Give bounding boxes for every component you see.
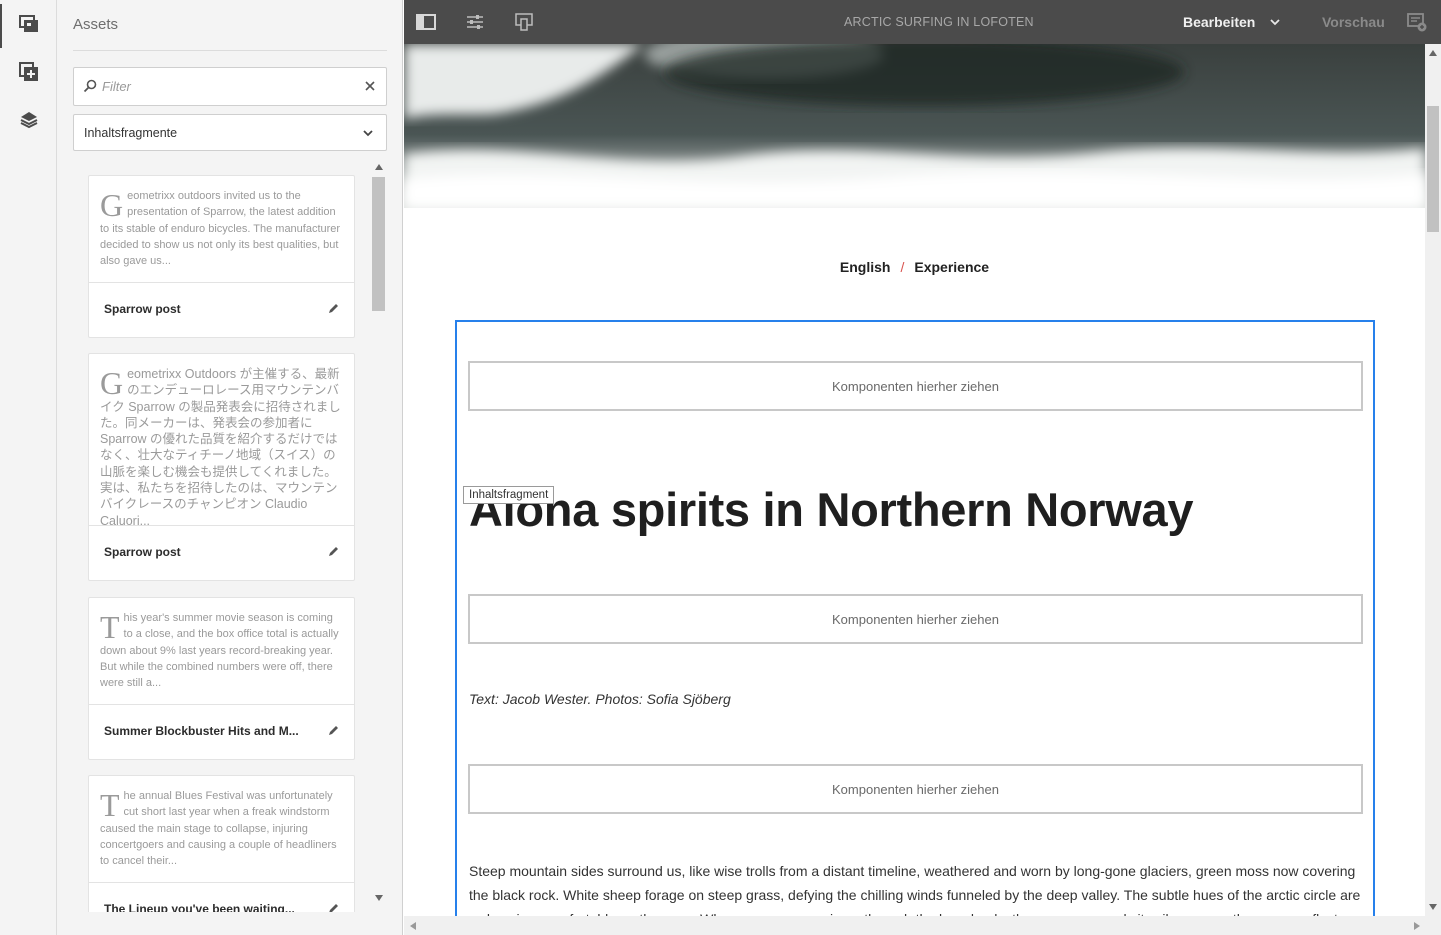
assets-icon [18, 15, 38, 32]
asset-excerpt: The annual Blues Festival was unfortunat… [100, 788, 337, 868]
assets-tab[interactable] [0, 2, 57, 48]
breadcrumb-separator: / [900, 259, 905, 275]
page-canvas: English / Experience Komponenten hierher z… [404, 44, 1425, 916]
app-window: Assets Inhaltsfragmente Geometrixx outdo… [0, 0, 1441, 935]
search-icon [83, 79, 97, 93]
asset-type-value: Inhaltsfragmente [84, 126, 178, 140]
asset-card-footer: Summer Blockbuster Hits and M... [89, 704, 354, 759]
side-panel-icon [416, 14, 436, 30]
preview-button[interactable]: Vorschau [1322, 14, 1385, 30]
sliders-icon [467, 15, 483, 29]
asset-list: Geometrixx outdoors invited us to the pr… [73, 160, 387, 912]
scroll-thumb[interactable] [372, 177, 385, 311]
hero-image[interactable] [404, 44, 1425, 208]
assets-panel: Assets Inhaltsfragmente Geometrixx outdo… [57, 0, 403, 935]
chevron-down-icon[interactable] [1269, 16, 1281, 28]
pencil-icon[interactable] [328, 545, 340, 557]
clear-icon[interactable] [363, 79, 377, 93]
asset-title: The Lineup you've been waiting... [104, 902, 295, 912]
filter-field[interactable] [73, 67, 387, 106]
scrollbar-corner [1425, 916, 1441, 935]
breadcrumb: English / Experience [404, 259, 1425, 275]
asset-excerpt: Geometrixx Outdoors が主催する、最新のエンデューロレース用マ… [100, 366, 341, 528]
page-vertical-scrollbar[interactable] [1425, 44, 1441, 916]
emulator-button[interactable] [513, 11, 535, 33]
article-body[interactable]: Steep mountain sides surround us, like w… [469, 859, 1364, 916]
page-properties-button[interactable] [464, 11, 486, 33]
filter-input[interactable] [102, 68, 352, 105]
components-tab[interactable] [0, 50, 57, 94]
article-byline[interactable]: Text: Jacob Wester. Photos: Sofia Sjöber… [469, 691, 731, 707]
scroll-down-arrow-icon[interactable] [375, 895, 383, 901]
asset-type-select[interactable]: Inhaltsfragmente [73, 114, 387, 151]
component-dropzone[interactable]: Komponenten hierher ziehen [468, 764, 1363, 814]
page-title: ARCTIC SURFING IN LOFOTEN [844, 15, 1034, 29]
component-dropzone[interactable]: Komponenten hierher ziehen [468, 361, 1363, 411]
scroll-up-arrow-icon[interactable] [375, 164, 383, 170]
asset-excerpt: This year's summer movie season is comin… [100, 610, 339, 690]
asset-card[interactable]: The annual Blues Festival was unfortunat… [88, 775, 355, 912]
pencil-icon[interactable] [328, 724, 340, 736]
scroll-down-arrow-icon[interactable] [1429, 904, 1437, 910]
page-horizontal-scrollbar[interactable] [404, 916, 1425, 935]
scroll-thumb[interactable] [1427, 106, 1439, 232]
side-rail [0, 0, 57, 935]
divider [73, 50, 387, 51]
scroll-right-arrow-icon[interactable] [1414, 922, 1420, 930]
asset-title: Sparrow post [104, 545, 181, 559]
breadcrumb-item-english[interactable]: English [840, 259, 891, 275]
asset-list-scrollbar[interactable] [371, 160, 387, 908]
content-tree-icon [20, 112, 37, 129]
asset-card[interactable]: Geometrixx Outdoors が主催する、最新のエンデューロレース用マ… [88, 353, 355, 581]
pencil-icon[interactable] [328, 902, 340, 912]
breadcrumb-item-experience[interactable]: Experience [914, 259, 989, 275]
asset-title: Sparrow post [104, 302, 181, 316]
scroll-up-arrow-icon[interactable] [1429, 50, 1437, 56]
asset-card[interactable]: This year's summer movie season is comin… [88, 597, 355, 760]
chevron-down-icon [363, 130, 373, 137]
pencil-icon[interactable] [328, 302, 340, 314]
editor-toolbar: ARCTIC SURFING IN LOFOTEN Bearbeiten Vor… [404, 0, 1441, 44]
toggle-side-panel-button[interactable] [415, 11, 437, 33]
article-headline[interactable]: Aloha spirits in Northern Norway [469, 482, 1194, 537]
device-icon [515, 13, 533, 31]
scroll-left-arrow-icon[interactable] [410, 922, 416, 930]
asset-card-footer: Sparrow post [89, 282, 354, 337]
asset-card[interactable]: Geometrixx outdoors invited us to the pr… [88, 175, 355, 338]
mode-selector[interactable]: Bearbeiten [1183, 14, 1255, 30]
asset-card-footer: Sparrow post [89, 525, 354, 580]
components-icon [18, 62, 38, 81]
panel-title: Assets [73, 16, 119, 33]
asset-title: Summer Blockbuster Hits and M... [104, 724, 299, 738]
asset-card-footer: The Lineup you've been waiting... [89, 882, 354, 912]
selected-container[interactable]: Komponenten hierher ziehen Aloha spirits… [455, 320, 1375, 916]
annotations-icon[interactable] [1407, 12, 1427, 32]
asset-excerpt: Geometrixx outdoors invited us to the pr… [100, 188, 341, 268]
component-dropzone[interactable]: Komponenten hierher ziehen [468, 594, 1363, 644]
content-fragment-label: Inhaltsfragment [463, 486, 555, 504]
content-tree-tab[interactable] [0, 98, 57, 142]
